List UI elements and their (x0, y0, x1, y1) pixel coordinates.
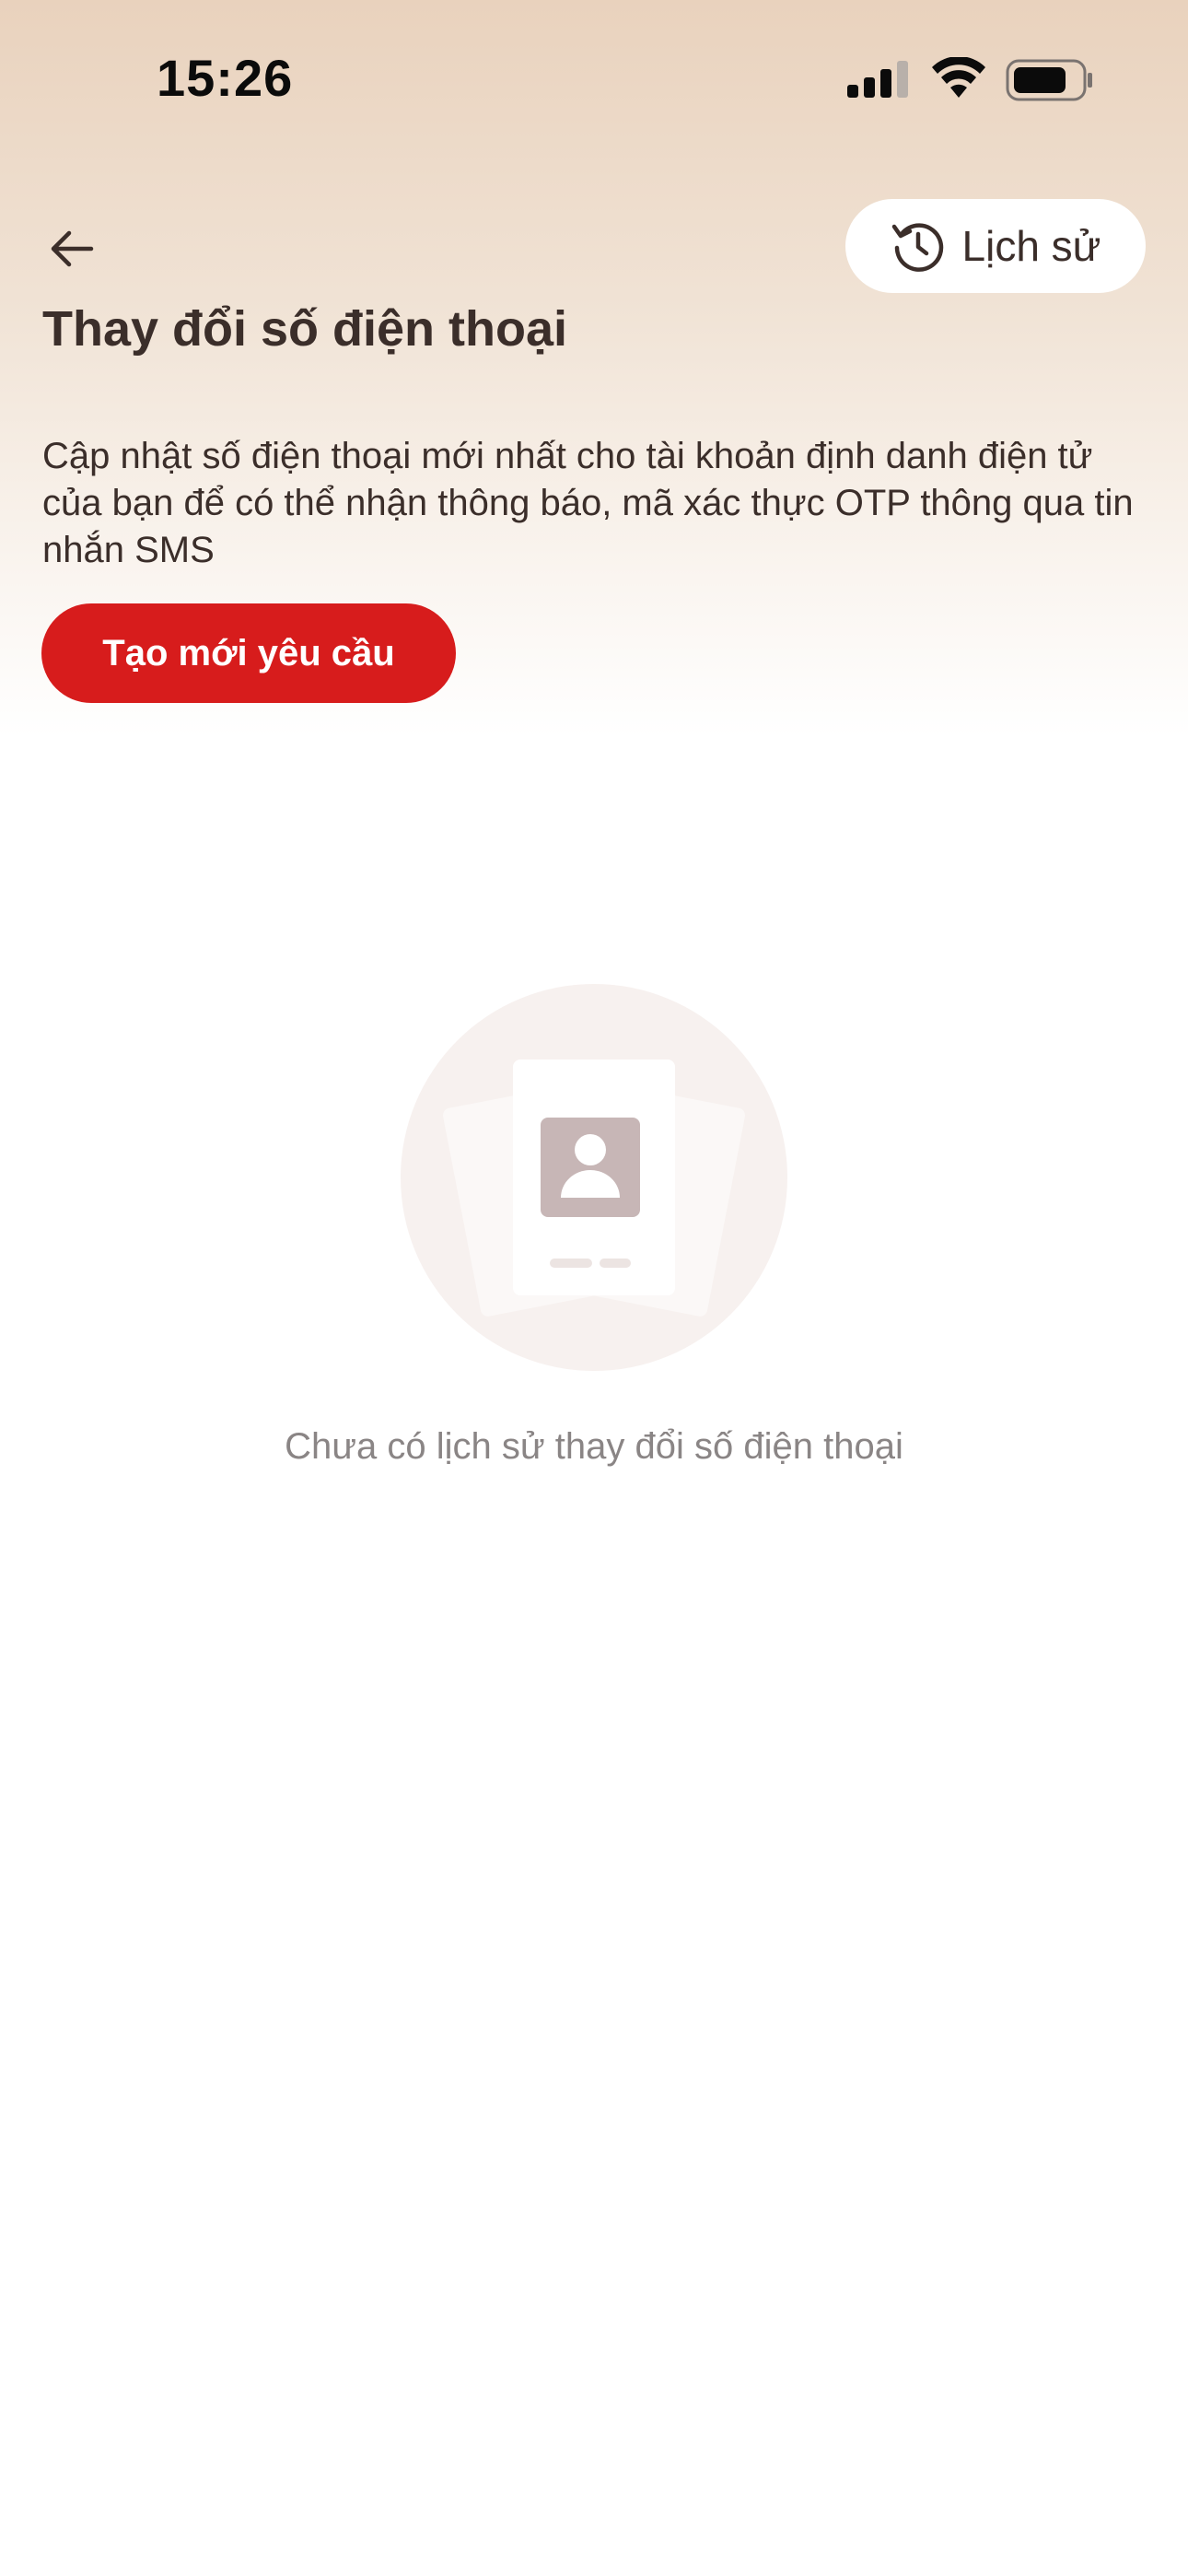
status-time: 15:26 (157, 49, 294, 107)
arrow-left-icon (51, 230, 94, 267)
empty-state-illustration (401, 984, 787, 1371)
create-request-button[interactable]: Tạo mới yêu cầu (41, 603, 456, 703)
page-title: Thay đổi số điện thoại (42, 301, 568, 357)
history-button-label: Lịch sử (961, 222, 1101, 270)
id-card-person-icon (401, 984, 787, 1371)
page-description: Cập nhật số điện thoại mới nhất cho tài … (42, 436, 1134, 570)
wifi-icon (932, 57, 985, 98)
battery-icon (1006, 59, 1092, 101)
status-icons (847, 57, 1092, 103)
history-button[interactable]: Lịch sử (845, 199, 1146, 293)
back-button[interactable] (37, 214, 107, 284)
empty-state-message: Chưa có lịch sử thay đổi số điện thoại (285, 1426, 903, 1467)
history-clock-icon (891, 223, 943, 272)
signal-icon (847, 61, 908, 98)
status-bar: 15:26 (0, 0, 1188, 157)
